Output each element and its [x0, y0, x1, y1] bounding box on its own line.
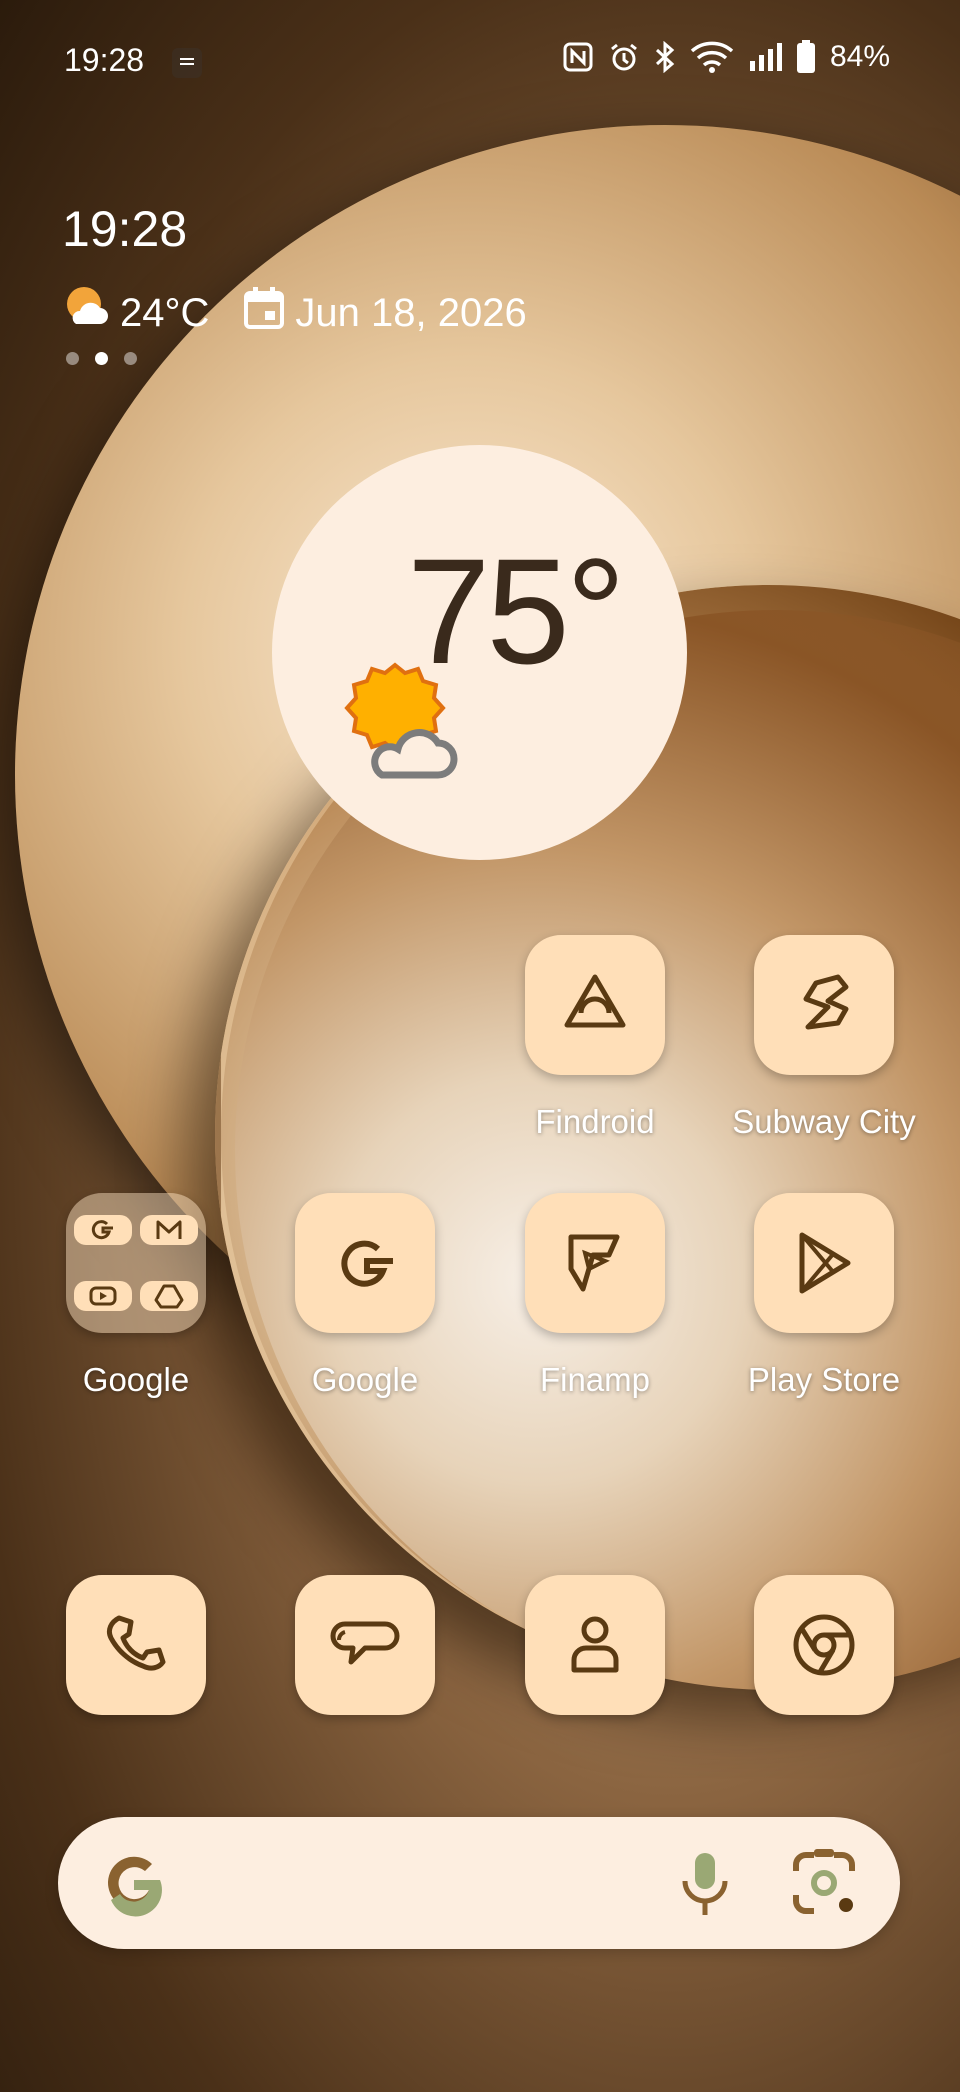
sun-cloud-icon: [344, 662, 458, 779]
app-play-store[interactable]: Play Store: [748, 1193, 900, 1398]
bluetooth-icon: [654, 41, 676, 73]
mic-icon[interactable]: [675, 1847, 735, 1924]
folder-tile: [66, 1193, 206, 1333]
alarm-icon: [608, 41, 640, 73]
page-dot-active: [95, 352, 108, 365]
wifi-icon: [690, 41, 734, 73]
google-search-bar[interactable]: [58, 1817, 900, 1949]
weather-widget[interactable]: 75°: [272, 445, 687, 860]
page-dot: [66, 352, 79, 365]
signal-icon: [748, 41, 782, 73]
app-subway-city[interactable]: Subway City: [732, 935, 916, 1140]
page-indicator[interactable]: [66, 352, 137, 365]
google-g-icon[interactable]: [98, 1847, 170, 1924]
phone-icon: [66, 1575, 206, 1715]
gmail-icon: [140, 1215, 198, 1245]
lens-icon[interactable]: [788, 1847, 860, 1924]
partly-cloudy-icon: [62, 284, 110, 342]
folder-label: Google: [82, 1361, 190, 1398]
finamp-icon: [525, 1193, 665, 1333]
status-icons: 84%: [562, 40, 890, 74]
folder-google[interactable]: Google: [66, 1193, 206, 1398]
app-findroid[interactable]: Findroid: [525, 935, 665, 1140]
app-google[interactable]: Google: [295, 1193, 435, 1398]
dock-chrome[interactable]: [754, 1575, 894, 1715]
app-label: Finamp: [539, 1361, 651, 1398]
app-label: Subway City: [732, 1103, 916, 1140]
play-store-icon: [754, 1193, 894, 1333]
drive-icon: [140, 1281, 198, 1311]
chrome-icon: [754, 1575, 894, 1715]
calendar-icon: [243, 286, 285, 340]
nfc-icon: [562, 41, 594, 73]
google-icon: [295, 1193, 435, 1333]
dock-contacts[interactable]: [525, 1575, 665, 1715]
contacts-icon: [525, 1575, 665, 1715]
page-dot: [124, 352, 137, 365]
dock-messages[interactable]: [295, 1575, 435, 1715]
status-time: 19:28: [64, 42, 145, 78]
app-label: Google: [311, 1361, 419, 1398]
glance-row[interactable]: 24°C Jun 18, 2026: [62, 284, 527, 342]
subway-city-icon: [754, 935, 894, 1075]
findroid-icon: [525, 935, 665, 1075]
messages-icon: [295, 1575, 435, 1715]
glance-temperature: 24°C: [120, 290, 210, 335]
glance-clock[interactable]: 19:28: [62, 200, 187, 258]
app-label: Findroid: [535, 1103, 655, 1140]
youtube-icon: [74, 1281, 132, 1311]
glance-date: Jun 18, 2026: [295, 290, 527, 335]
status-bar: 19:28 84%: [0, 0, 960, 125]
battery-percent: 84%: [829, 40, 890, 73]
app-finamp[interactable]: Finamp: [525, 1193, 665, 1398]
google-g-icon: [74, 1215, 132, 1245]
dock-phone[interactable]: [66, 1575, 206, 1715]
notification-icon: [172, 48, 202, 78]
battery-icon: [796, 40, 816, 74]
app-label: Play Store: [747, 1361, 901, 1398]
